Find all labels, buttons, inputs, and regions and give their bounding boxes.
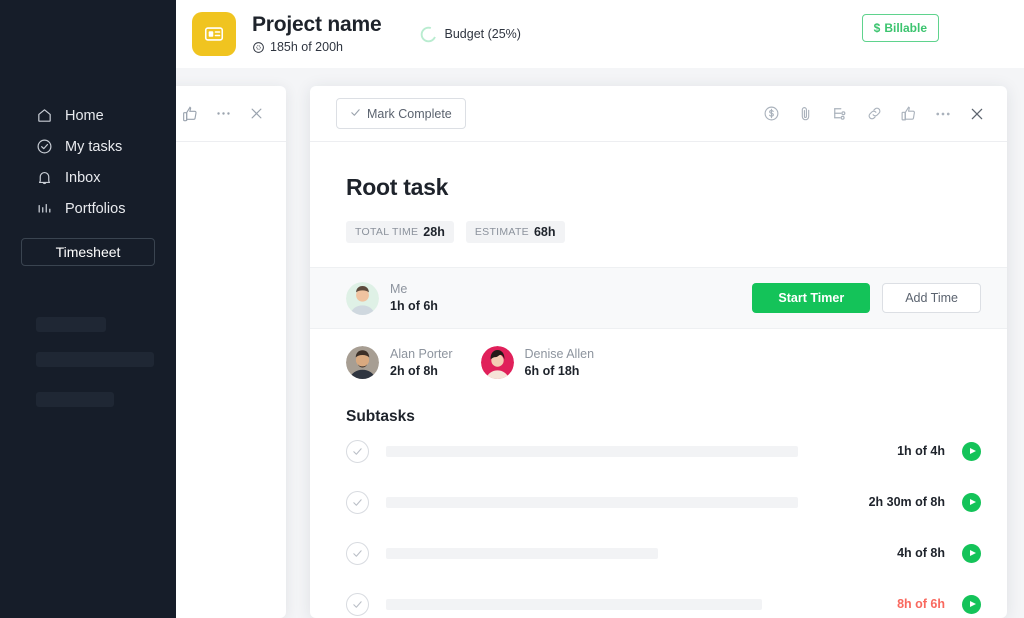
subtask-play-button[interactable] — [962, 441, 981, 461]
budget-indicator: Budget (25%) — [419, 25, 521, 43]
sidebar-item-label: Home — [65, 107, 104, 124]
subtask-title-placeholder — [386, 598, 762, 610]
ellipsis-icon[interactable] — [215, 105, 232, 122]
subtask-checkbox[interactable] — [346, 490, 369, 514]
subtask-play-button[interactable] — [962, 543, 981, 563]
estimate-value: 68h — [533, 225, 556, 239]
billable-label: Billable — [884, 21, 927, 35]
assignee-time: 6h of 18h — [524, 363, 580, 378]
subtask-title-placeholder — [386, 445, 798, 457]
current-user-time: 1h of 6h — [390, 299, 438, 313]
subtask-time: 1h of 4h — [897, 444, 945, 459]
subtask-title-placeholder — [386, 547, 658, 559]
dollar-circle-icon[interactable] — [763, 105, 780, 122]
task-header-icon-row — [763, 105, 985, 123]
subtask-row[interactable]: 1h of 4h — [310, 426, 1007, 477]
check-circle-icon — [36, 138, 53, 155]
task-title: Root task — [346, 174, 449, 200]
subtask-time: 4h of 8h — [897, 546, 945, 561]
page-title: Project name — [252, 12, 382, 36]
subtask-checkbox[interactable] — [346, 439, 369, 463]
close-icon[interactable] — [249, 106, 264, 121]
assignee-name: Denise Allen — [524, 347, 595, 361]
subtask-time: 2h 30m of 8h — [868, 495, 945, 510]
dollar-sign-icon: $ — [873, 21, 881, 35]
assignee-texts: Denise Allen 6h of 18h — [525, 346, 595, 380]
project-text-block: Project name 185h of 200h — [252, 12, 382, 54]
assignee-denise-allen[interactable]: Denise Allen 6h of 18h — [480, 346, 595, 380]
total-time-label: TOTAL TIME — [355, 226, 419, 238]
check-icon — [350, 107, 361, 121]
budget-progress-ring — [419, 25, 437, 43]
subtask-play-button[interactable] — [962, 594, 981, 614]
assignee-texts: Alan Porter 2h of 8h — [390, 346, 453, 380]
sidebar-item-home[interactable]: Home — [0, 100, 176, 131]
current-user-name: Me — [390, 282, 408, 297]
estimate-chip: ESTIMATE 68h — [465, 221, 565, 243]
bar-chart-icon — [36, 200, 53, 217]
sidebar-nav: Home My tasks Inbox Portfolios Timesheet — [0, 100, 176, 266]
assignee-alan-porter[interactable]: Alan Porter 2h of 8h — [346, 346, 453, 380]
project-hours: 185h of 200h — [252, 40, 382, 54]
mark-complete-label: Mark Complete — [367, 106, 452, 121]
assignee-name: Alan Porter — [390, 347, 453, 361]
task-panel-header: Mark Complete — [310, 86, 1007, 142]
project-hours-text: 185h of 200h — [270, 40, 343, 55]
subtask-play-button[interactable] — [962, 492, 981, 512]
task-time-chips: TOTAL TIME 28h ESTIMATE 68h — [346, 221, 1007, 243]
task-detail-panel: Mark Complete Root task TOTAL TIME 28h E… — [310, 86, 1007, 618]
paperclip-icon[interactable] — [797, 105, 814, 122]
subtask-checkbox[interactable] — [346, 541, 369, 565]
sidebar-item-label: My tasks — [65, 138, 123, 155]
app-root: Project name 185h of 200h Budget (25%) $… — [0, 0, 1024, 618]
subtasks-heading: Subtasks — [346, 407, 415, 425]
subtask-title-placeholder — [386, 496, 798, 508]
link-icon[interactable] — [866, 105, 883, 122]
total-time-chip: TOTAL TIME 28h — [346, 221, 454, 243]
other-assignees: Alan Porter 2h of 8h Denise Allen 6h of … — [310, 329, 1007, 380]
ellipsis-icon[interactable] — [934, 105, 952, 123]
avatar — [480, 346, 514, 380]
start-timer-button[interactable]: Start Timer — [752, 283, 871, 313]
estimate-label: ESTIMATE — [474, 226, 529, 238]
sidebar-item-portfolios[interactable]: Portfolios — [0, 193, 176, 224]
current-user-time-row: Me 1h of 6h Start Timer Add Time — [310, 267, 1007, 329]
sidebar-item-label: Inbox — [65, 169, 101, 186]
subtask-branch-icon[interactable] — [831, 105, 849, 123]
sidebar-placeholder-bar — [36, 317, 106, 332]
current-user: Me 1h of 6h — [346, 281, 438, 315]
budget-label: Budget (25%) — [444, 27, 521, 41]
subtask-list: 1h of 4h 2h 30m of 8h 4h of 8h 8h of 6h — [310, 426, 1007, 618]
clock-icon — [252, 41, 265, 54]
sidebar: Home My tasks Inbox Portfolios Timesheet — [0, 0, 176, 618]
status-badge[interactable]: $ Billable — [861, 14, 939, 42]
bell-icon — [36, 169, 53, 186]
current-user-texts: Me 1h of 6h — [390, 281, 438, 315]
project-board-icon — [192, 12, 236, 56]
avatar — [346, 346, 379, 380]
sidebar-item-label: Portfolios — [65, 200, 126, 217]
subtask-time: 8h of 6h — [897, 597, 945, 612]
sidebar-item-my-tasks[interactable]: My tasks — [0, 131, 176, 162]
subtask-row[interactable]: 2h 30m of 8h — [310, 477, 1007, 528]
sidebar-placeholder-bar — [36, 392, 114, 407]
sidebar-item-inbox[interactable]: Inbox — [0, 162, 176, 193]
home-icon — [36, 107, 53, 124]
timesheet-button[interactable]: Timesheet — [21, 238, 155, 266]
total-time-value: 28h — [423, 225, 445, 239]
close-icon[interactable] — [969, 106, 985, 122]
sidebar-placeholder-bar — [36, 352, 154, 367]
mark-complete-button[interactable]: Mark Complete — [336, 98, 466, 129]
thumbs-up-icon[interactable] — [900, 105, 917, 122]
thumbs-up-icon[interactable] — [182, 105, 198, 122]
avatar — [346, 281, 379, 315]
assignee-time: 2h of 8h — [390, 363, 438, 378]
subtask-row[interactable]: 8h of 6h — [310, 579, 1007, 618]
add-time-button[interactable]: Add Time — [882, 283, 981, 313]
subtask-checkbox[interactable] — [346, 592, 369, 616]
subtask-row[interactable]: 4h of 8h — [310, 528, 1007, 579]
